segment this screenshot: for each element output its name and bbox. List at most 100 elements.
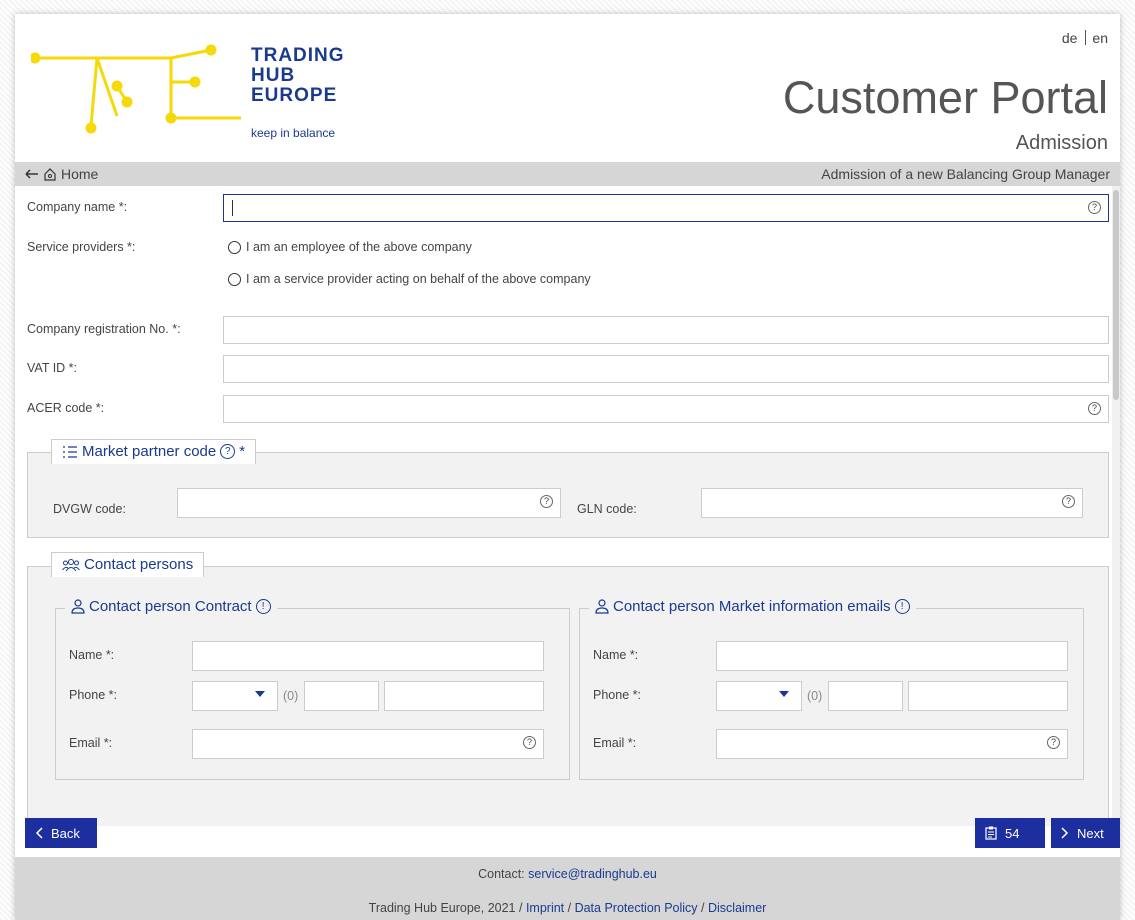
summary-count-button[interactable]: 54	[975, 818, 1045, 848]
back-button[interactable]: Back	[25, 818, 97, 848]
info-icon[interactable]: !	[255, 599, 271, 614]
radio-button[interactable]	[228, 240, 241, 254]
market-info-phone-country-select[interactable]	[716, 681, 802, 711]
company-name-label: Company name *:	[27, 200, 128, 214]
disclaimer-link[interactable]: Disclaimer	[708, 901, 766, 915]
contract-phone-country-select[interactable]	[192, 681, 278, 711]
required-marker: *	[239, 443, 246, 460]
company-name-input[interactable]: ?	[223, 194, 1109, 222]
contract-name-input[interactable]	[192, 641, 544, 671]
lang-separator	[1085, 30, 1087, 45]
portal-page: TRADING HUB EUROPE keep in balance de en …	[15, 14, 1120, 920]
market-partner-legend: Market partner code ? *	[51, 439, 257, 464]
text-caret	[232, 200, 233, 216]
list-icon	[63, 445, 77, 458]
contract-email-label: Email *:	[69, 736, 113, 750]
radio-employee[interactable]: I am an employee of the above company	[228, 240, 472, 254]
logo-wordmark: TRADING HUB EUROPE	[251, 46, 345, 106]
gln-code-input[interactable]: ?	[701, 488, 1083, 518]
portal-title: Customer Portal	[782, 72, 1108, 123]
header: TRADING HUB EUROPE keep in balance de en …	[15, 14, 1120, 162]
service-providers-label: Service providers *:	[27, 240, 136, 254]
help-icon[interactable]: ?	[220, 444, 236, 459]
help-icon[interactable]: ?	[1062, 495, 1075, 508]
market-info-name-input[interactable]	[716, 641, 1068, 671]
contract-phone-label: Phone *:	[69, 688, 117, 702]
contact-persons-legend: Contact persons	[51, 552, 205, 577]
dvgw-code-label: DVGW code:	[53, 502, 126, 516]
page-context-title: Admission of a new Balancing Group Manag…	[821, 166, 1110, 182]
contact-market-info-legend-label: Contact person Market information emails	[613, 598, 891, 615]
radio-button[interactable]	[228, 272, 241, 286]
imprint-link[interactable]: Imprint	[526, 901, 564, 915]
contact-persons-legend-label: Contact persons	[84, 556, 194, 573]
chevron-down-icon	[779, 691, 789, 697]
acer-code-label: ACER code *:	[27, 401, 105, 415]
breadcrumb-bar: Home Admission of a new Balancing Group …	[15, 162, 1120, 186]
help-icon[interactable]: ?	[1047, 736, 1060, 749]
arrow-left-icon	[25, 169, 38, 179]
chevron-right-icon	[1061, 827, 1069, 839]
next-button-label: Next	[1077, 825, 1104, 841]
user-icon	[71, 599, 85, 614]
logo-line-1: TRADING	[251, 45, 345, 66]
contact-market-info-legend: Contact person Market information emails…	[589, 598, 916, 615]
help-icon[interactable]: ?	[540, 495, 553, 508]
market-info-email-input[interactable]: ?	[716, 729, 1068, 759]
market-info-phone-number-input[interactable]	[908, 681, 1068, 711]
company-registration-input[interactable]	[223, 316, 1109, 344]
radio-service-provider[interactable]: I am a service provider acting on behalf…	[228, 272, 591, 286]
footer-copyright: Trading Hub Europe, 2021 /	[368, 901, 523, 915]
the-logo-graphic	[31, 44, 241, 134]
contract-phone-number-input[interactable]	[384, 681, 544, 711]
lang-de-link[interactable]: de	[1062, 30, 1078, 46]
gln-code-label: GLN code:	[577, 502, 637, 516]
back-button-label: Back	[51, 825, 80, 841]
vat-id-label: VAT ID *:	[27, 361, 78, 375]
footer-contact-prefix: Contact:	[478, 867, 525, 881]
market-info-email-label: Email *:	[593, 736, 637, 750]
chevron-down-icon	[255, 691, 265, 697]
company-registration-label: Company registration No. *:	[27, 322, 181, 336]
logo-line-3: EUROPE	[251, 85, 338, 106]
group-icon	[62, 558, 80, 571]
radio-employee-label: I am an employee of the above company	[246, 240, 472, 254]
home-link[interactable]: Home	[25, 166, 98, 182]
contract-name-label: Name *:	[69, 648, 115, 662]
scrollbar-thumb[interactable]	[1113, 190, 1119, 400]
phone-zero-prefix: (0)	[807, 689, 823, 703]
logo-line-2: HUB	[251, 65, 296, 86]
acer-code-input[interactable]: ?	[223, 395, 1109, 423]
contact-email-link[interactable]: service@tradinghub.eu	[528, 867, 657, 881]
info-icon[interactable]: !	[894, 599, 910, 614]
help-icon[interactable]: ?	[523, 736, 536, 749]
market-info-phone-label: Phone *:	[593, 688, 641, 702]
summary-count: 54	[1005, 825, 1020, 841]
user-icon	[595, 599, 609, 614]
clipboard-icon	[985, 826, 997, 840]
contract-email-input[interactable]: ?	[192, 729, 544, 759]
market-info-phone-area-input[interactable]	[828, 681, 903, 711]
data-protection-link[interactable]: Data Protection Policy	[575, 901, 698, 915]
next-button[interactable]: Next	[1051, 818, 1120, 848]
phone-zero-prefix: (0)	[283, 689, 299, 703]
vat-id-input[interactable]	[223, 355, 1109, 383]
home-icon	[44, 168, 56, 181]
market-info-name-label: Name *:	[593, 648, 639, 662]
portal-subtitle: Admission	[1015, 132, 1108, 154]
scrollbar[interactable]	[1112, 186, 1120, 826]
footer: Contact: service@tradinghub.eu Trading H…	[15, 857, 1120, 920]
lang-en-link[interactable]: en	[1092, 30, 1108, 46]
market-partner-legend-label: Market partner code	[82, 443, 217, 460]
contact-contract-legend-label: Contact person Contract	[89, 598, 252, 615]
admission-form: Company name *: ? Service providers *: I…	[15, 186, 1120, 826]
radio-service-provider-label: I am a service provider acting on behalf…	[246, 272, 591, 286]
footer-contact: Contact: service@tradinghub.eu	[15, 867, 1120, 881]
help-icon[interactable]: ?	[1088, 402, 1101, 415]
contact-contract-legend: Contact person Contract !	[65, 598, 277, 615]
dvgw-code-input[interactable]: ?	[177, 488, 561, 518]
logo-tagline: keep in balance	[251, 126, 336, 140]
language-switcher: de en	[1062, 30, 1108, 46]
help-icon[interactable]: ?	[1088, 201, 1101, 214]
contract-phone-area-input[interactable]	[304, 681, 379, 711]
